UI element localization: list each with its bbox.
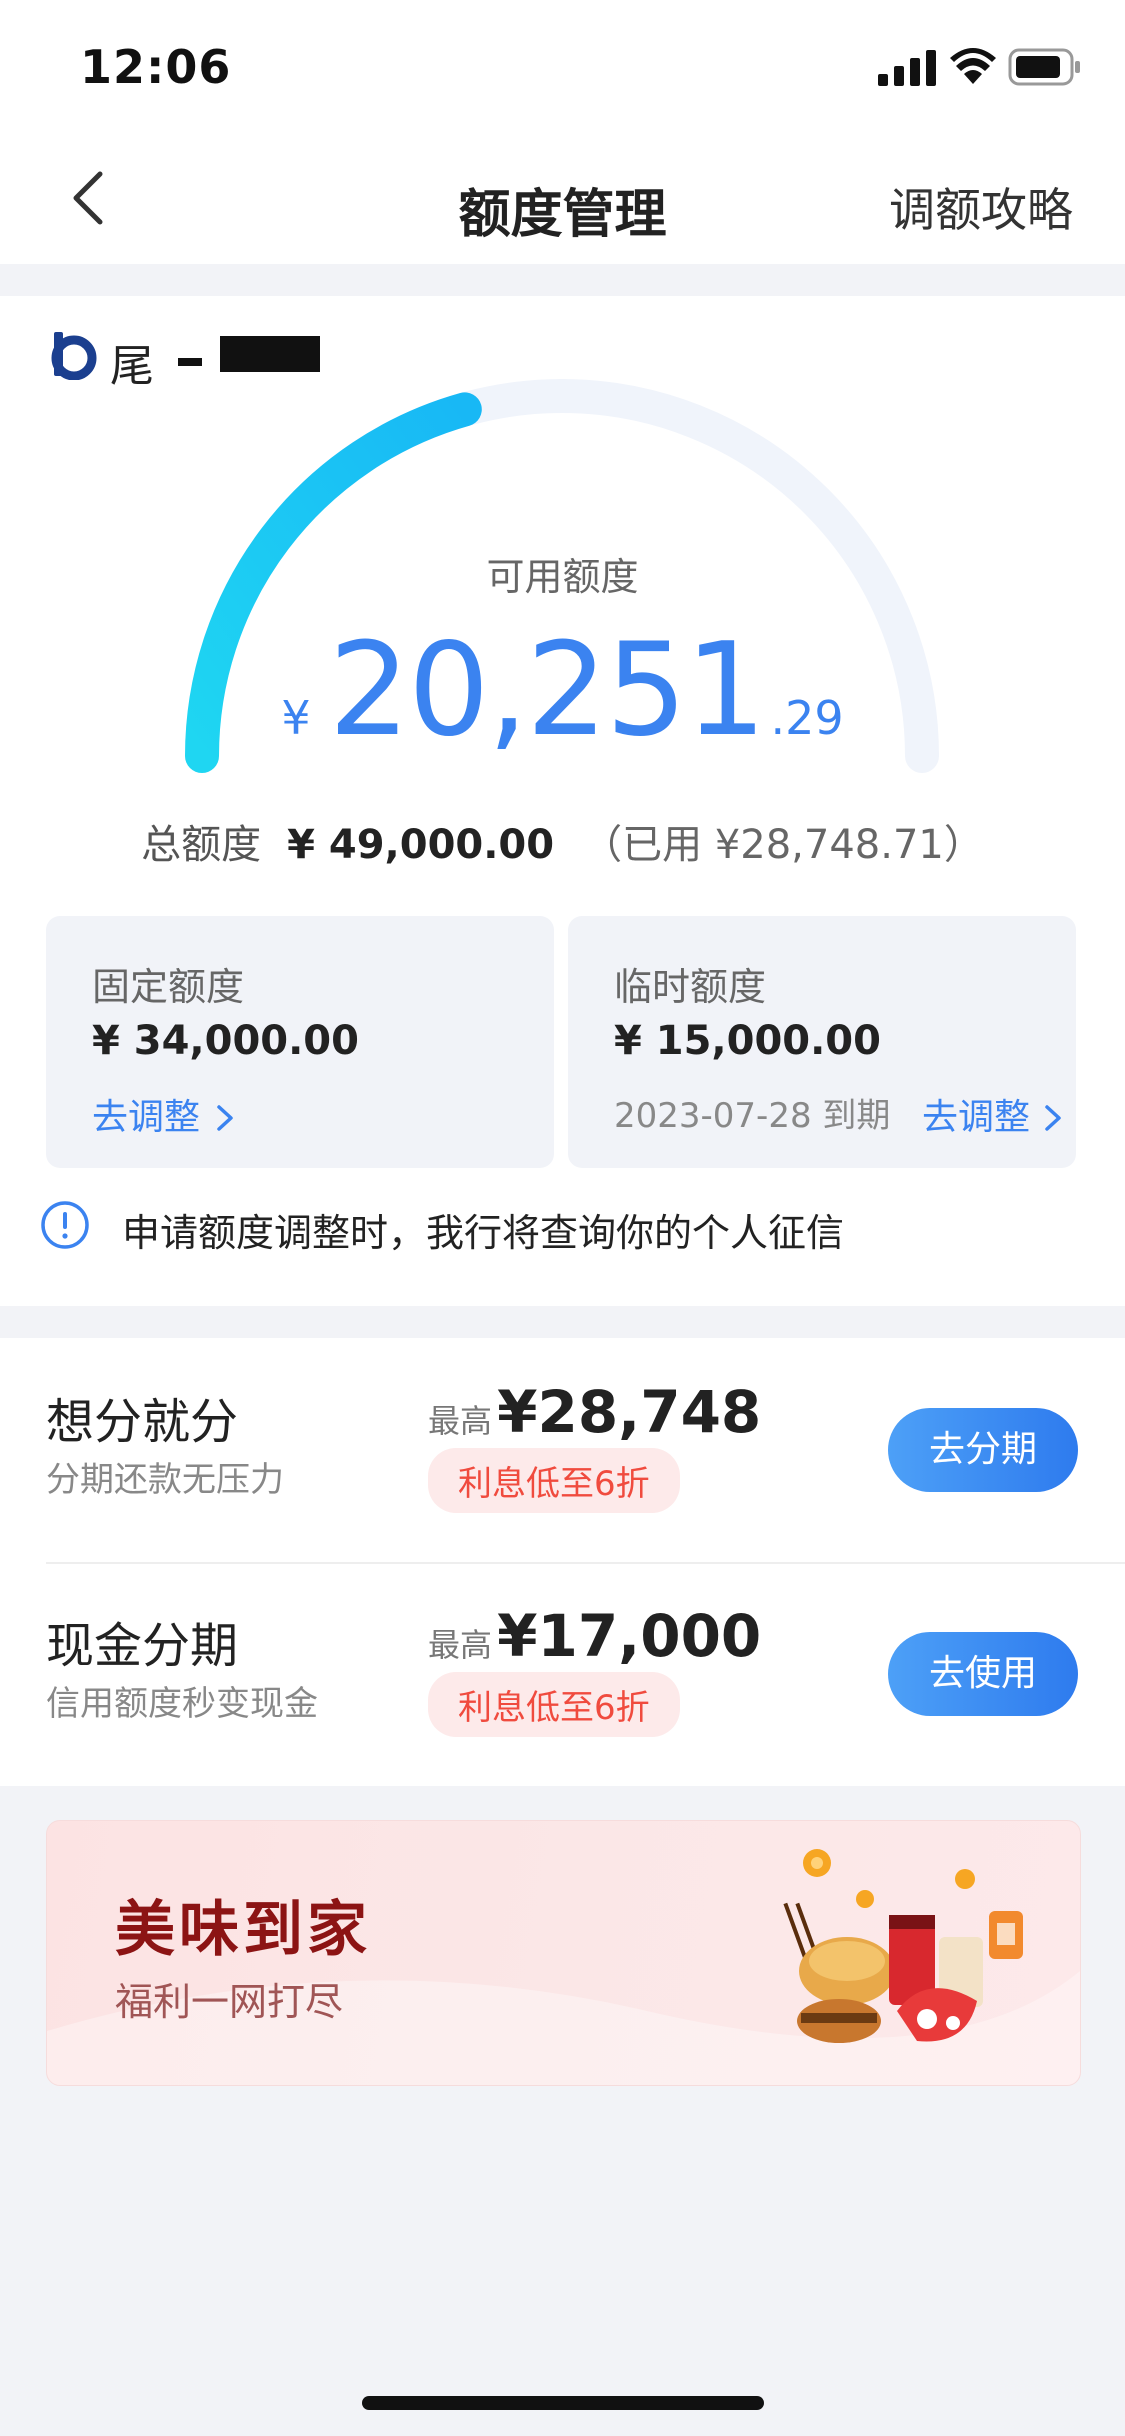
temp-quota-title: 临时额度: [614, 965, 767, 1009]
installment-section: 想分就分 分期还款无压力 最高 ¥28,748 利息低至6折 去分期 现金分期 …: [0, 1338, 1125, 1786]
total-credit-value: ¥ 49,000.00: [287, 822, 555, 868]
currency-symbol: ¥: [281, 691, 311, 745]
installment-item-cash[interactable]: 现金分期 信用额度秒变现金 最高 ¥17,000 利息低至6折 去使用: [0, 1564, 1125, 1786]
temp-quota-adjust-label: 去调整: [922, 1097, 1031, 1138]
available-amount-decimal: .29: [770, 691, 844, 745]
cellular-signal-icon: [878, 50, 936, 86]
fixed-quota-card: 固定额度 ¥ 34,000.00 去调整: [46, 916, 554, 1168]
max-label: 最高: [428, 1402, 493, 1440]
available-credit-amount: ¥20,251.29: [0, 616, 1125, 765]
wifi-icon: [950, 48, 996, 84]
go-installment-button[interactable]: 去分期: [888, 1408, 1078, 1492]
credit-overview: 尾 可用额度 ¥20,251.29 总额度 ¥ 49,000.00 （已用 ¥28,…: [0, 296, 1125, 1306]
nav-bar: 额度管理 调额攻略: [0, 132, 1125, 264]
temp-quota-card: 临时额度 ¥ 15,000.00 2023-07-28 到期 去调整: [568, 916, 1076, 1168]
installment-max-amount: 最高 ¥28,748: [428, 1378, 761, 1446]
notice-text: 申请额度调整时，我行将查询你的个人征信: [122, 1211, 845, 1255]
installment-title: 现金分期: [46, 1618, 239, 1674]
fixed-quota-title: 固定额度: [92, 965, 245, 1009]
fixed-quota-adjust-link[interactable]: 去调整: [92, 1088, 237, 1140]
battery-icon: [1008, 48, 1080, 86]
max-value: ¥17,000: [497, 1602, 762, 1670]
available-amount-integer: 20,251: [328, 616, 767, 765]
info-icon: [41, 1201, 89, 1249]
temp-quota-adjust-link[interactable]: 去调整: [922, 1088, 1065, 1140]
fixed-quota-adjust-label: 去调整: [92, 1097, 201, 1138]
installment-subtitle: 分期还款无压力: [46, 1460, 284, 1500]
installment-title: 想分就分: [46, 1394, 239, 1450]
masked-name: [178, 358, 202, 366]
installment-subtitle: 信用额度秒变现金: [46, 1684, 318, 1724]
food-illustration-icon: [783, 1849, 1023, 2043]
installment-max-amount: 最高 ¥17,000: [428, 1602, 761, 1670]
card-name: 尾: [110, 341, 154, 392]
banner-subtitle: 福利一网打尽: [115, 1980, 344, 2024]
status-time: 12:06: [80, 40, 232, 94]
bank-logo-icon: [51, 332, 97, 380]
chevron-right-icon: [1045, 1105, 1061, 1131]
banner-title: 美味到家: [115, 1895, 371, 1965]
available-credit-label: 可用额度: [486, 555, 639, 599]
temp-quota-expiry: 2023-07-28 到期: [614, 1096, 891, 1136]
installment-item-flexible[interactable]: 想分就分 分期还款无压力 最高 ¥28,748 利息低至6折 去分期: [0, 1338, 1125, 1562]
food-delivery-banner[interactable]: 美味到家 福利一网打尽: [46, 1820, 1081, 2086]
temp-quota-value: ¥ 15,000.00: [614, 1018, 881, 1064]
total-credit-label: 总额度: [141, 822, 262, 868]
home-indicator: [362, 2396, 764, 2410]
go-use-button[interactable]: 去使用: [888, 1632, 1078, 1716]
adjust-guide-link[interactable]: 调额攻略: [889, 174, 1073, 240]
total-credit-row: 总额度 ¥ 49,000.00 （已用 ¥28,748.71）: [0, 812, 1125, 870]
status-bar: 12:06: [0, 0, 1125, 132]
max-value: ¥28,748: [497, 1378, 762, 1446]
interest-discount-tag: 利息低至6折: [428, 1448, 680, 1513]
fixed-quota-value: ¥ 34,000.00: [92, 1018, 359, 1064]
max-label: 最高: [428, 1626, 493, 1664]
interest-discount-tag: 利息低至6折: [428, 1672, 680, 1737]
chevron-right-icon: [217, 1105, 233, 1131]
used-credit-text: （已用 ¥28,748.71）: [582, 822, 984, 868]
